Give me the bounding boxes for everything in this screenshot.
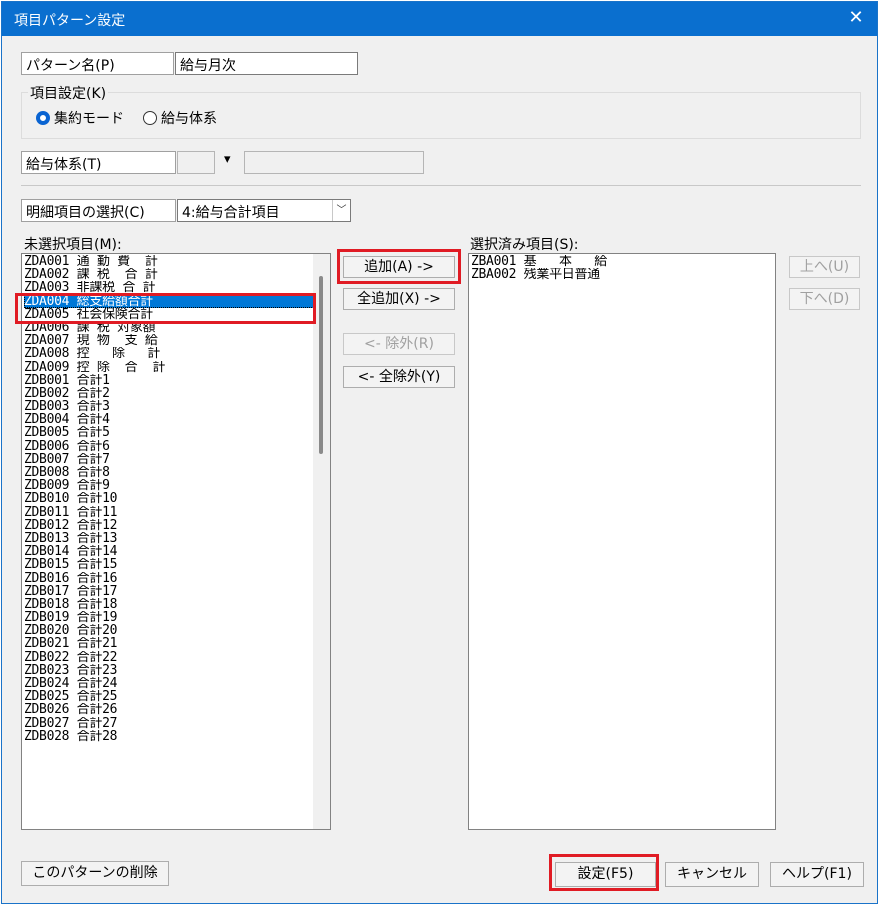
list-item[interactable]: ZDB010 合計10: [24, 492, 314, 505]
list-item[interactable]: ZDB018 合計18: [24, 598, 314, 611]
list-item[interactable]: ZDA003 非課税 合 計: [24, 281, 314, 294]
selected-list[interactable]: ZBA001 基 本 給 ZBA002 残業平日普通: [468, 253, 776, 830]
list-item[interactable]: ZDB011 合計11: [24, 506, 314, 519]
list-item[interactable]: ZDB013 合計13: [24, 532, 314, 545]
help-button[interactable]: ヘルプ(F1): [770, 862, 864, 887]
list-item[interactable]: ZDB012 合計12: [24, 519, 314, 532]
ok-button[interactable]: 設定(F5): [555, 862, 656, 887]
move-up-button[interactable]: 上へ(U): [789, 256, 860, 278]
add-button[interactable]: 追加(A) ->: [343, 256, 455, 278]
list-item[interactable]: ZDA002 課 税 合 計: [24, 268, 314, 281]
list-item[interactable]: ZDA009 控 除 合 計: [24, 361, 314, 374]
list-item[interactable]: ZDB004 合計4: [24, 413, 314, 426]
salary-system-name-input[interactable]: [244, 151, 424, 174]
unselected-list-label: 未選択項目(M):: [24, 237, 122, 253]
list-item[interactable]: ZDB008 合計8: [24, 466, 314, 479]
window-title: 項目パターン設定: [14, 13, 126, 29]
selected-items: ZBA001 基 本 給 ZBA002 残業平日普通: [471, 255, 773, 281]
detail-select-label: 明細項目の選択(C): [21, 199, 176, 222]
list-item[interactable]: ZDA004 総支給額合計: [24, 294, 314, 308]
unselected-list[interactable]: ZDA001 通 勤 費 計 ZDA002 課 税 合 計 ZDA003 非課税 合…: [21, 253, 331, 830]
list-item[interactable]: ZDB017 合計17: [24, 585, 314, 598]
salary-system-mode-label: 給与体系: [161, 111, 217, 127]
list-item[interactable]: ZDA006 課 税 対象額: [24, 321, 314, 334]
list-item[interactable]: ZDB009 合計9: [24, 479, 314, 492]
list-item[interactable]: ZDB019 合計19: [24, 611, 314, 624]
list-item[interactable]: ZDB024 合計24: [24, 677, 314, 690]
dialog-window: 項目パターン設定 ✕ パターン名(P) 給与月次 項目設定(K) 集約モード 給…: [1, 1, 878, 904]
list-item[interactable]: ZDA007 現 物 支 給: [24, 334, 314, 347]
salary-system-dropdown-icon[interactable]: ▾: [224, 152, 231, 167]
cancel-button[interactable]: キャンセル: [665, 862, 759, 887]
list-item[interactable]: ZDB005 合計5: [24, 426, 314, 439]
item-setting-label: 項目設定(K): [28, 83, 109, 103]
salary-system-code-input[interactable]: [177, 151, 215, 174]
list-item[interactable]: ZDA005 社会保険合計: [24, 308, 314, 321]
list-item[interactable]: ZDB022 合計22: [24, 651, 314, 664]
close-icon[interactable]: ✕: [843, 6, 869, 30]
list-item[interactable]: ZDB007 合計7: [24, 453, 314, 466]
delete-pattern-button[interactable]: このパターンの削除: [21, 861, 169, 886]
unselected-scrollbar[interactable]: [313, 254, 330, 829]
list-item[interactable]: ZDB028 合計28: [24, 730, 314, 743]
list-item[interactable]: ZDB025 合計25: [24, 690, 314, 703]
list-item[interactable]: ZDA001 通 勤 費 計: [24, 255, 314, 268]
list-item[interactable]: ZDB026 合計26: [24, 703, 314, 716]
aggregate-mode-label: 集約モード: [54, 111, 124, 127]
list-item[interactable]: ZDB021 合計21: [24, 637, 314, 650]
move-down-button[interactable]: 下へ(D): [789, 288, 860, 310]
radio-aggregate-mode[interactable]: [36, 111, 50, 125]
pattern-name-input[interactable]: 給与月次: [175, 52, 358, 75]
list-item[interactable]: ZDB002 合計2: [24, 387, 314, 400]
list-item[interactable]: ZBA001 基 本 給: [471, 255, 773, 268]
detail-select-value: 4:給与合計項目: [182, 205, 280, 221]
unselected-items: ZDA001 通 勤 費 計 ZDA002 課 税 合 計 ZDA003 非課税 合…: [24, 255, 314, 743]
list-item[interactable]: ZDB023 合計23: [24, 664, 314, 677]
remove-all-button[interactable]: <- 全除外(Y): [343, 366, 455, 388]
list-item[interactable]: ZBA002 残業平日普通: [471, 268, 773, 281]
separator: [21, 185, 861, 186]
title-bar: 項目パターン設定 ✕: [2, 2, 877, 36]
selected-list-label: 選択済み項目(S):: [470, 237, 579, 253]
list-item[interactable]: ZDB020 合計20: [24, 624, 314, 637]
list-item[interactable]: ZDB001 合計1: [24, 374, 314, 387]
salary-system-label: 給与体系(T): [21, 151, 176, 174]
list-item[interactable]: ZDB027 合計27: [24, 717, 314, 730]
scrollbar-thumb[interactable]: [319, 276, 323, 454]
list-item[interactable]: ZDB015 合計15: [24, 558, 314, 571]
list-item[interactable]: ZDB006 合計6: [24, 440, 314, 453]
list-item[interactable]: ZDB014 合計14: [24, 545, 314, 558]
radio-salary-system[interactable]: [143, 111, 157, 125]
remove-button[interactable]: <- 除外(R): [343, 333, 455, 355]
detail-select-combo[interactable]: 4:給与合計項目 ﹀: [177, 199, 351, 222]
chevron-down-icon[interactable]: ﹀: [332, 200, 350, 221]
list-item[interactable]: ZDB003 合計3: [24, 400, 314, 413]
pattern-name-label: パターン名(P): [21, 52, 174, 75]
list-item[interactable]: ZDB016 合計16: [24, 572, 314, 585]
list-item[interactable]: ZDA008 控 除 計: [24, 347, 314, 360]
add-all-button[interactable]: 全追加(X) ->: [343, 288, 455, 310]
